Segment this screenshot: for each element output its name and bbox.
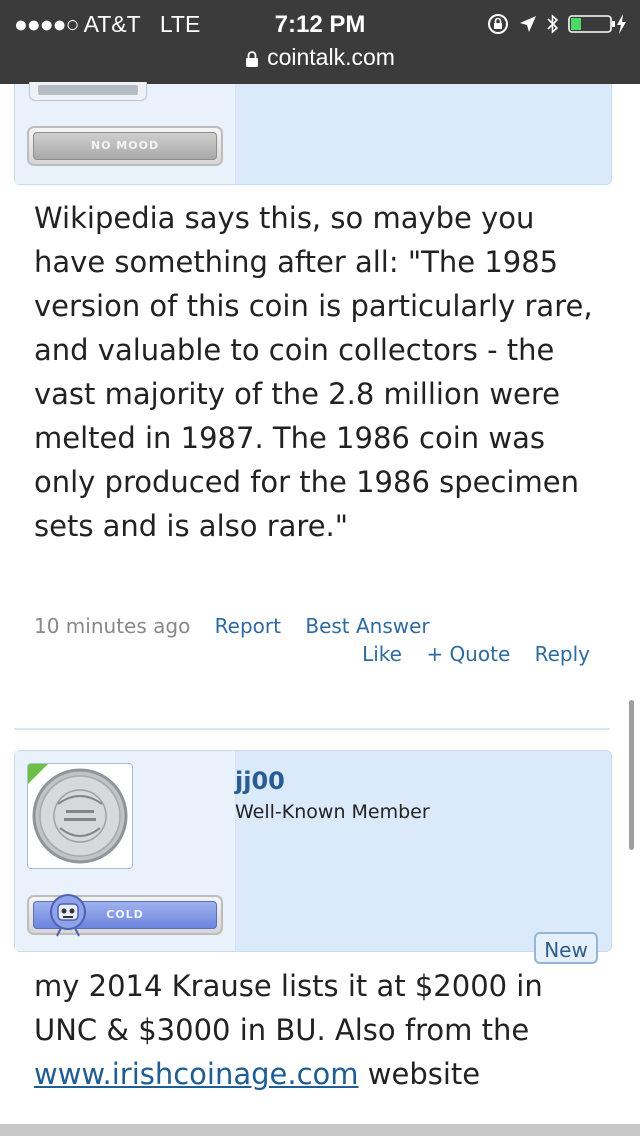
avatar[interactable] bbox=[29, 82, 147, 101]
best-answer-link[interactable]: Best Answer bbox=[305, 614, 429, 638]
post-actions: Like + Quote Reply bbox=[344, 642, 590, 666]
bottom-toolbar-edge bbox=[0, 1124, 640, 1136]
url-text: cointalk.com bbox=[267, 44, 395, 70]
online-indicator bbox=[28, 764, 49, 785]
post-user-panel: COLD jj00 Well-Known Member bbox=[14, 750, 612, 952]
mood-label: NO MOOD bbox=[33, 132, 217, 160]
quote-link[interactable]: + Quote bbox=[426, 642, 510, 666]
mood-indicator: NO MOOD bbox=[27, 126, 223, 166]
post-body: my 2014 Krause lists it at $2000 in UNC … bbox=[34, 964, 604, 1096]
irishcoinage-link[interactable]: www.irishcoinage.com bbox=[34, 1057, 359, 1091]
user-avatar-column: NO MOOD bbox=[15, 82, 236, 184]
location-arrow-icon bbox=[520, 16, 536, 32]
post-body: Wikipedia says this, so maybe you have s… bbox=[34, 201, 593, 543]
report-link[interactable]: Report bbox=[215, 614, 281, 638]
page-scrollbar[interactable] bbox=[629, 700, 634, 850]
robot-mood-icon bbox=[50, 894, 86, 937]
post-user-panel: NO MOOD bbox=[14, 82, 612, 185]
avatar[interactable] bbox=[27, 763, 133, 869]
new-post-badge: New bbox=[534, 932, 598, 964]
post-body-text: my 2014 Krause lists it at $2000 in UNC … bbox=[34, 969, 543, 1047]
post-body-text-end: website bbox=[358, 1057, 481, 1091]
mood-indicator: COLD bbox=[27, 894, 223, 937]
user-title: Well-Known Member bbox=[235, 801, 430, 823]
user-avatar-column: COLD bbox=[15, 751, 236, 951]
battery-charging-icon bbox=[568, 14, 626, 34]
reply-link[interactable]: Reply bbox=[535, 642, 590, 666]
address-bar[interactable]: cointalk.com bbox=[0, 44, 640, 71]
post-divider bbox=[14, 728, 610, 730]
post-timestamp[interactable]: 10 minutes ago bbox=[34, 614, 190, 638]
username-link[interactable]: jj00 bbox=[235, 767, 285, 795]
like-link[interactable]: Like bbox=[362, 642, 402, 666]
bluetooth-icon bbox=[547, 14, 559, 34]
lock-icon bbox=[246, 51, 259, 67]
status-icons bbox=[486, 12, 628, 36]
post-meta: 10 minutes ago Report Best Answer bbox=[34, 614, 430, 638]
ios-status-bar: ●●●●○ AT&T LTE 7:12 PM cointalk.com bbox=[0, 0, 640, 84]
rotation-lock-icon bbox=[488, 14, 508, 34]
